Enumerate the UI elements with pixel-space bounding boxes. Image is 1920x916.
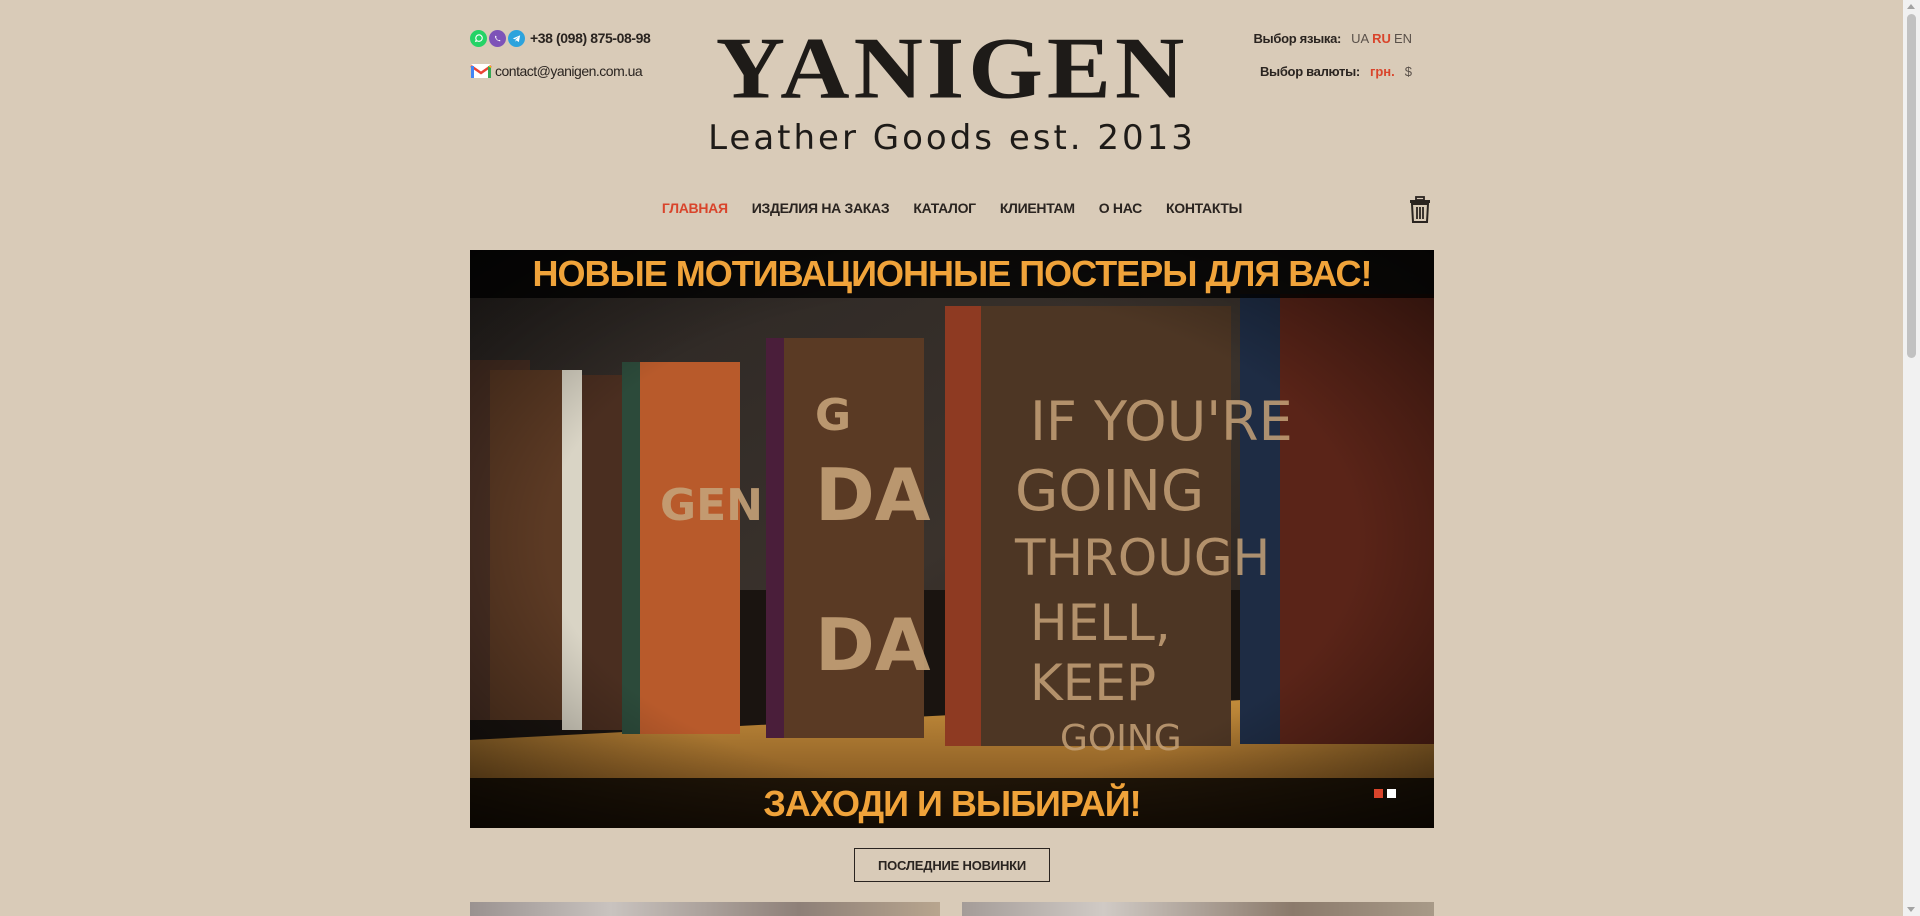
viber-icon[interactable] [489, 29, 506, 47]
logo-subtitle: Leather Goods est. 2013 [708, 118, 1196, 158]
hero-slider[interactable]: G DA DA GEN IF YOU'RE GOING THROUGH HELL… [470, 250, 1434, 828]
nav-item-custom-products[interactable]: ИЗДЕЛИЯ НА ЗАКАЗ [752, 200, 890, 216]
header-contacts: +38 (098) 875-08-98 contact@yanigen.com.… [470, 28, 651, 81]
logo-title: YANIGEN [715, 18, 1189, 117]
nav-item-about[interactable]: О НАС [1099, 200, 1143, 216]
lang-option-ua[interactable]: UA [1351, 31, 1369, 46]
gmail-icon[interactable] [470, 63, 492, 79]
phone-row: +38 (098) 875-08-98 [470, 28, 651, 48]
slider-dot-2[interactable] [1387, 789, 1396, 798]
telegram-icon[interactable] [508, 29, 525, 47]
latest-products-button[interactable]: ПОСЛЕДНИЕ НОВИНКИ [854, 848, 1050, 882]
language-label: Выбор языка: [1253, 30, 1342, 46]
scroll-thumb[interactable] [1907, 14, 1916, 358]
scroll-down-arrow-icon[interactable] [1907, 907, 1915, 912]
slider-dots [1374, 789, 1396, 798]
page-scrollbar[interactable] [1903, 0, 1920, 916]
nav-item-catalog[interactable]: КАТАЛОГ [913, 200, 976, 216]
nav-item-home[interactable]: ГЛАВНАЯ [662, 200, 728, 216]
nav-item-contacts[interactable]: КОНТАКТЫ [1166, 200, 1242, 216]
lang-option-ru[interactable]: RU [1372, 31, 1391, 46]
product-thumbnail[interactable] [470, 902, 940, 916]
email-address[interactable]: contact@yanigen.com.ua [495, 63, 643, 79]
nav-item-clients[interactable]: КЛИЕНТАМ [1000, 200, 1075, 216]
product-thumbnail[interactable] [962, 902, 1434, 916]
phone-number[interactable]: +38 (098) 875-08-98 [530, 30, 651, 46]
email-row: contact@yanigen.com.ua [470, 61, 650, 81]
currency-label: Выбор валюты: [1259, 63, 1360, 79]
slide-image: G DA DA GEN IF YOU'RE GOING THROUGH HELL… [470, 250, 1434, 828]
main-nav: ГЛАВНАЯ ИЗДЕЛИЯ НА ЗАКАЗ КАТАЛОГ КЛИЕНТА… [470, 200, 1434, 216]
currency-selector: Выбор валюты: грн. $ [1253, 61, 1412, 81]
currency-option-uah[interactable]: грн. [1370, 64, 1395, 79]
site-logo[interactable]: YANIGEN Leather Goods est. 2013 [670, 20, 1234, 158]
currency-option-usd[interactable]: $ [1405, 64, 1412, 79]
whatsapp-icon[interactable] [470, 29, 487, 47]
header-preferences: Выбор языка: UA RU EN Выбор валюты: грн.… [1253, 28, 1412, 81]
scroll-up-arrow-icon[interactable] [1907, 4, 1915, 9]
slide-bottom-banner: ЗАХОДИ И ВЫБИРАЙ! [470, 778, 1434, 828]
language-selector: Выбор языка: UA RU EN [1253, 28, 1412, 48]
cart-icon[interactable] [1408, 196, 1432, 224]
lang-option-en[interactable]: EN [1394, 31, 1412, 46]
page: +38 (098) 875-08-98 contact@yanigen.com.… [470, 0, 1434, 916]
slider-dot-1[interactable] [1374, 789, 1383, 798]
slide-top-banner: НОВЫЕ МОТИВАЦИОННЫЕ ПОСТЕРЫ ДЛЯ ВАС! [470, 250, 1434, 298]
